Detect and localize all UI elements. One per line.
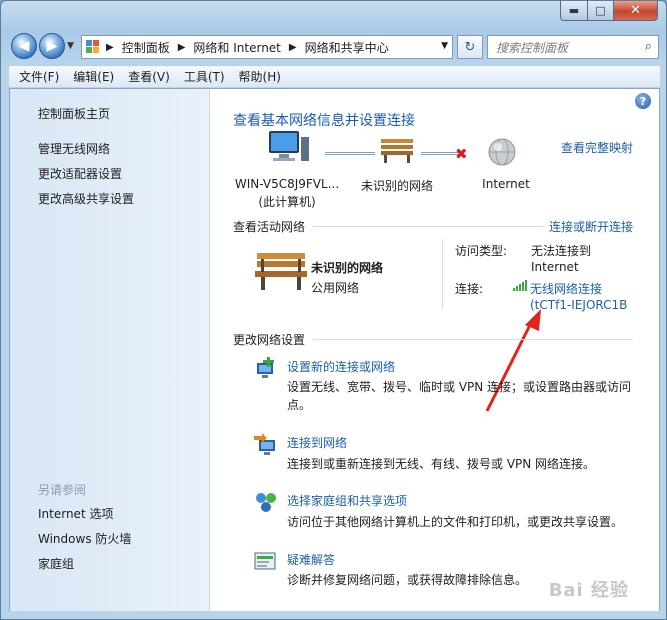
access-type-value: 无法连接到 xyxy=(531,244,592,258)
breadcrumb-network-sharing-center[interactable]: 网络和共享中心 xyxy=(305,39,389,56)
see-also-windows-firewall[interactable]: Windows 防火墙 xyxy=(38,530,131,547)
change-settings-heading: 更改网络设置 xyxy=(233,333,306,347)
window-frame: ▬ □ ✕ ◀ ▶ ▼ ▶ 控制面板 ▶ 网络和 Internet ▶ 网络和共… xyxy=(0,0,667,620)
sidebar: 控制面板主页 管理无线网络 更改适配器设置 更改高级共享设置 另请参阅 Inte… xyxy=(10,89,210,612)
section-divider xyxy=(313,226,543,227)
arrow-left-icon: ◀ xyxy=(18,38,30,54)
control-panel-icon xyxy=(86,40,100,54)
task-setup-connection-desc: 设置无线、宽带、拨号、临时或 VPN 连接；或设置路由器或访问 xyxy=(287,380,632,394)
navigation-bar: ◀ ▶ ▼ ▶ 控制面板 ▶ 网络和 Internet ▶ 网络和共享中心 ▼ … xyxy=(9,33,660,61)
task-connect-network-desc: 连接到或重新连接到无线、有线、拨号或 VPN 网络连接。 xyxy=(287,457,596,471)
wireless-connection-link[interactable]: 无线网络连接 xyxy=(530,280,602,297)
map-connector-line xyxy=(325,152,375,153)
connection-label: 连接: xyxy=(455,282,484,296)
back-button[interactable]: ◀ xyxy=(11,33,37,59)
maximize-button[interactable]: □ xyxy=(588,1,614,21)
homegroup-icon xyxy=(253,489,279,515)
computer-label: (此计算机) xyxy=(258,195,316,209)
search-icon[interactable]: ⌕ xyxy=(645,39,652,54)
caption-buttons: ▬ □ ✕ xyxy=(560,1,658,21)
address-dropdown-icon[interactable]: ▼ xyxy=(441,41,448,51)
search-placeholder: 搜索控制面板 xyxy=(496,40,569,55)
vertical-divider xyxy=(442,239,443,309)
active-network-name: 未识别的网络 xyxy=(311,261,384,275)
menu-view[interactable]: 查看(V) xyxy=(124,68,180,85)
help-button[interactable]: ? xyxy=(635,93,651,109)
menu-file[interactable]: 文件(F) xyxy=(15,68,69,85)
access-type-value-line2: Internet xyxy=(531,260,579,274)
watermark-logo: Bai 经验 xyxy=(548,580,629,601)
page-title: 查看基本网络信息并设置连接 xyxy=(233,113,415,129)
computer-name: WIN-V5C8J9FVL... xyxy=(234,177,340,191)
close-button[interactable]: ✕ xyxy=(614,1,658,21)
task-troubleshoot-desc: 诊断并修复网络问题，或获得故障排除信息。 xyxy=(287,573,528,587)
breadcrumb-separator: ▶ xyxy=(106,41,114,53)
section-divider xyxy=(313,339,633,340)
task-setup-connection-link[interactable]: 设置新的连接或网络 xyxy=(287,358,395,375)
disconnected-x-icon: ✖ xyxy=(455,145,468,163)
address-bar[interactable]: ▶ 控制面板 ▶ 网络和 Internet ▶ 网络和共享中心 ▼ xyxy=(81,35,453,59)
search-input[interactable]: 搜索控制面板 ⌕ xyxy=(487,35,659,59)
annotation-arrow xyxy=(481,307,551,417)
sidebar-item-manage-wireless[interactable]: 管理无线网络 xyxy=(38,140,110,157)
see-also-internet-options[interactable]: Internet 选项 xyxy=(38,505,113,522)
map-connector-line xyxy=(325,154,375,155)
breadcrumb-control-panel[interactable]: 控制面板 xyxy=(122,39,170,56)
bench-icon xyxy=(379,137,415,163)
breadcrumb-separator[interactable]: ▶ xyxy=(178,42,186,53)
breadcrumb-separator[interactable]: ▶ xyxy=(289,42,297,53)
task-homegroup-desc: 访问位于其他网络计算机上的文件和打印机，或更改共享设置。 xyxy=(287,515,624,529)
content-area: 控制面板主页 管理无线网络 更改适配器设置 更改高级共享设置 另请参阅 Inte… xyxy=(9,88,660,613)
arrow-right-icon: ▶ xyxy=(46,38,58,54)
access-type-label: 访问类型: xyxy=(455,244,508,258)
active-network-type[interactable]: 公用网络 xyxy=(311,279,359,296)
see-also-homegroup[interactable]: 家庭组 xyxy=(38,555,74,572)
troubleshoot-icon xyxy=(253,549,279,575)
recent-pages-dropdown[interactable]: ▼ xyxy=(67,41,74,51)
active-networks-heading: 查看活动网络 xyxy=(233,220,306,234)
menu-help[interactable]: 帮助(H) xyxy=(235,68,291,85)
main-panel: ? 查看基本网络信息并设置连接 查看完整映射 ✖ WIN-V5C8J9FVL..… xyxy=(211,89,659,612)
refresh-button[interactable]: ↻ xyxy=(457,35,483,59)
connect-disconnect-link[interactable]: 连接或断开连接 xyxy=(549,218,633,235)
refresh-icon: ↻ xyxy=(464,39,476,55)
minimize-button[interactable]: ▬ xyxy=(560,1,588,21)
sidebar-item-adapter-settings[interactable]: 更改适配器设置 xyxy=(38,165,122,182)
map-internet-label: Internet xyxy=(482,177,530,191)
new-connection-icon xyxy=(253,355,279,381)
connect-to-network-icon xyxy=(253,432,279,458)
task-connect-network-link[interactable]: 连接到网络 xyxy=(287,434,347,451)
menu-tools[interactable]: 工具(T) xyxy=(180,68,235,85)
menu-bar: 文件(F) 编辑(E) 查看(V) 工具(T) 帮助(H) xyxy=(9,65,660,87)
task-homegroup-link[interactable]: 选择家庭组和共享选项 xyxy=(287,492,407,509)
forward-button[interactable]: ▶ xyxy=(39,33,65,59)
park-bench-icon xyxy=(255,249,307,291)
full-map-link[interactable]: 查看完整映射 xyxy=(561,139,633,156)
computer-icon xyxy=(259,129,311,169)
signal-strength-icon xyxy=(513,279,527,291)
task-troubleshoot-link[interactable]: 疑难解答 xyxy=(287,551,335,568)
menu-edit[interactable]: 编辑(E) xyxy=(69,68,124,85)
breadcrumb-network-internet[interactable]: 网络和 Internet xyxy=(193,39,280,56)
see-also-title: 另请参阅 xyxy=(38,483,87,497)
task-setup-connection-desc-line2: 点。 xyxy=(287,398,312,412)
sidebar-item-home[interactable]: 控制面板主页 xyxy=(38,105,110,122)
globe-icon xyxy=(487,137,517,167)
sidebar-item-advanced-sharing[interactable]: 更改高级共享设置 xyxy=(38,190,134,207)
help-icon: ? xyxy=(639,94,647,108)
map-network-label: 未识别的网络 xyxy=(360,179,433,193)
window-bottom-border xyxy=(9,611,660,619)
